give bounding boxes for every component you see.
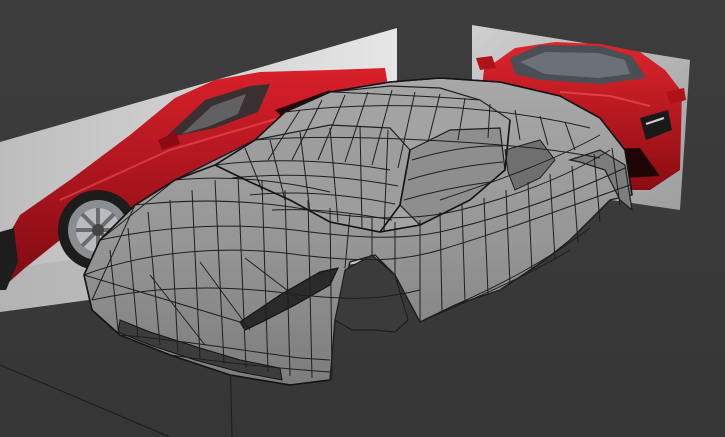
viewport-canvas[interactable] [0,0,725,437]
3d-viewport[interactable] [0,0,725,437]
